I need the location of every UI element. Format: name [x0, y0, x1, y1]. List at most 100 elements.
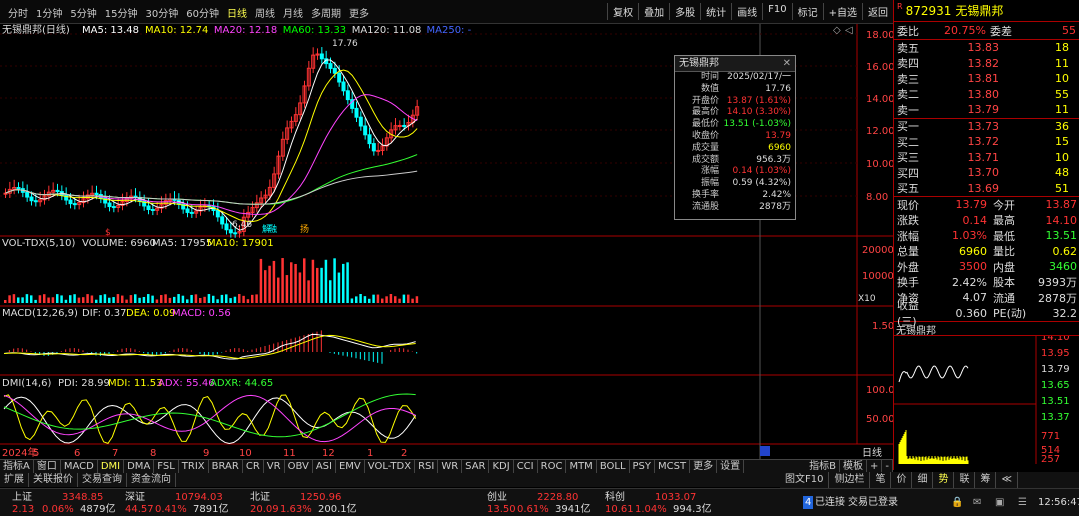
candle-body — [29, 196, 34, 202]
window-icon[interactable]: ▣ — [995, 496, 1004, 509]
order-row[interactable]: 卖二 13.80 55 — [894, 87, 1079, 103]
indicator-tab[interactable]: CR — [243, 460, 264, 473]
event-tag[interactable]: 融 — [268, 224, 277, 235]
indicator-tab[interactable]: CCI — [514, 460, 538, 473]
sub-tab[interactable]: 资金流向 — [127, 473, 176, 487]
tool-button[interactable]: 画线 — [731, 3, 762, 20]
period-tab[interactable]: 5分钟 — [66, 5, 100, 20]
mail-icon[interactable]: ✉ — [973, 496, 981, 509]
indicator-tab[interactable]: PSY — [630, 460, 656, 473]
sub-tab[interactable]: 扩展 — [0, 473, 29, 487]
indicator-tab[interactable]: BRAR — [209, 460, 243, 473]
indicator-tab[interactable]: VOL-TDX — [365, 460, 416, 473]
right-tab[interactable]: 联 — [954, 472, 976, 488]
tooltip-header[interactable]: 无锡鼎邦 ✕ — [675, 56, 795, 72]
period-tab[interactable]: 日线 — [223, 5, 251, 20]
tool-button[interactable]: F10 — [762, 3, 791, 20]
macd-dea: DEA: 0.09 — [126, 308, 176, 319]
order-row[interactable]: 买二 13.72 15 — [894, 134, 1079, 150]
connection-status[interactable]: 已连接 — [815, 496, 845, 509]
period-tab[interactable]: 月线 — [279, 5, 307, 20]
right-tab[interactable]: 图文F10 — [780, 472, 830, 488]
index-change: 44.57 — [125, 504, 154, 515]
menu-icon[interactable]: ☰ — [1018, 496, 1027, 509]
indicator-tab[interactable]: WR — [438, 460, 463, 473]
tool-button[interactable]: 返回 — [862, 3, 893, 20]
indicator-tab[interactable]: 指标A — [0, 460, 34, 473]
dmi-adxr: ADXR: 44.65 — [210, 378, 273, 389]
indicator-tab[interactable]: OBV — [285, 460, 313, 473]
right-tab[interactable]: 侧边栏 — [829, 472, 871, 488]
tooltip-row: 开盘价 13.87 (1.61%) — [691, 95, 791, 106]
volume-bar — [259, 258, 263, 303]
collapse-icon[interactable]: ◁ — [845, 25, 853, 36]
index-pct: 1.04% — [635, 504, 667, 515]
mini-y-label: 13.79 — [1041, 364, 1070, 375]
indicator-tab[interactable]: 更多 — [690, 460, 718, 473]
volume-bar — [251, 294, 254, 303]
indicator-tab[interactable]: MCST — [655, 460, 691, 473]
tool-button[interactable]: 标记 — [791, 3, 823, 20]
order-row[interactable]: 买五 13.69 51 — [894, 181, 1079, 197]
indicator-tab[interactable]: ROC — [538, 460, 567, 473]
right-tab[interactable]: 筹 — [975, 472, 997, 488]
mini-intraday-chart[interactable]: 14.1013.9513.7913.6513.5113.37771514257 — [894, 332, 1079, 465]
indicator-tab[interactable]: DMI — [98, 460, 125, 473]
period-tab[interactable]: 分时 — [4, 5, 32, 20]
order-row[interactable]: 买四 13.70 48 — [894, 165, 1079, 181]
volume-bar — [324, 259, 328, 303]
order-row[interactable]: 卖五 13.83 18 — [894, 40, 1079, 56]
tool-button[interactable]: 叠加 — [638, 3, 669, 20]
tool-button[interactable]: 统计 — [700, 3, 731, 20]
indicator-tab[interactable]: RSI — [415, 460, 439, 473]
indicator-tab[interactable]: 窗口 — [34, 460, 61, 473]
period-tab[interactable]: 15分钟 — [101, 5, 142, 20]
tool-button[interactable]: 复权 — [607, 3, 638, 20]
indicator-tab[interactable]: SAR — [462, 460, 490, 473]
order-row[interactable]: 买一 13.73 36 — [894, 119, 1079, 135]
indicator-tab[interactable]: DMA — [124, 460, 155, 473]
right-tab[interactable]: 价 — [891, 472, 913, 488]
period-tab[interactable]: 周线 — [251, 5, 279, 20]
period-tab[interactable]: 更多 — [345, 5, 373, 20]
expand-icon[interactable]: ◇ — [833, 25, 841, 36]
sub-tab[interactable]: 交易查询 — [78, 473, 127, 487]
indicator-tab[interactable]: KDJ — [489, 460, 514, 473]
index-amount: 3941亿 — [555, 504, 591, 515]
right-tab[interactable]: 势 — [933, 472, 955, 488]
mini-y-label: 257 — [1041, 454, 1060, 464]
order-row[interactable]: 卖一 13.79 11 — [894, 102, 1079, 118]
right-tab[interactable]: 笔 — [870, 472, 892, 488]
tool-button[interactable]: +自选 — [822, 3, 862, 20]
indicator-tab[interactable]: VR — [264, 460, 285, 473]
period-tab[interactable]: 1分钟 — [32, 5, 66, 20]
event-tag[interactable]: 扬 — [300, 223, 309, 235]
period-tab[interactable]: 30分钟 — [141, 5, 182, 20]
scroll-marker[interactable] — [760, 446, 770, 456]
trade-login-status[interactable]: 交易已登录 — [848, 496, 898, 509]
sub-tabs: 扩展 关联报价 交易查询 资金流向 — [0, 473, 893, 487]
indicator-tab[interactable]: MTM — [566, 460, 597, 473]
indicator-tab[interactable]: 设置 — [717, 460, 745, 473]
order-row[interactable]: 卖三 13.81 10 — [894, 71, 1079, 87]
tool-button[interactable]: 多股 — [669, 3, 700, 20]
volume-bar — [43, 294, 46, 303]
right-tab[interactable]: ≪ — [996, 472, 1018, 488]
mini-y-label: 13.51 — [1041, 396, 1070, 407]
indicator-tab[interactable]: BOLL — [597, 460, 630, 473]
indicator-tab[interactable]: MACD — [61, 460, 98, 473]
ma-legend-item: MA60: 13.33 — [283, 25, 346, 36]
sub-tab[interactable]: 关联报价 — [29, 473, 78, 487]
close-icon[interactable]: ✕ — [783, 56, 795, 72]
order-row[interactable]: 卖四 13.82 11 — [894, 56, 1079, 72]
indicator-tab[interactable]: TRIX — [179, 460, 209, 473]
event-tag[interactable]: $ — [105, 228, 111, 238]
right-tab[interactable]: 细 — [912, 472, 934, 488]
lock-icon[interactable]: 🔒 — [951, 496, 963, 509]
period-tab[interactable]: 多周期 — [307, 5, 345, 20]
indicator-tab[interactable]: ASI — [313, 460, 336, 473]
indicator-tab[interactable]: FSL — [154, 460, 179, 473]
indicator-tab[interactable]: EMV — [336, 460, 365, 473]
order-row[interactable]: 买三 13.71 10 — [894, 150, 1079, 166]
period-tab[interactable]: 60分钟 — [182, 5, 223, 20]
